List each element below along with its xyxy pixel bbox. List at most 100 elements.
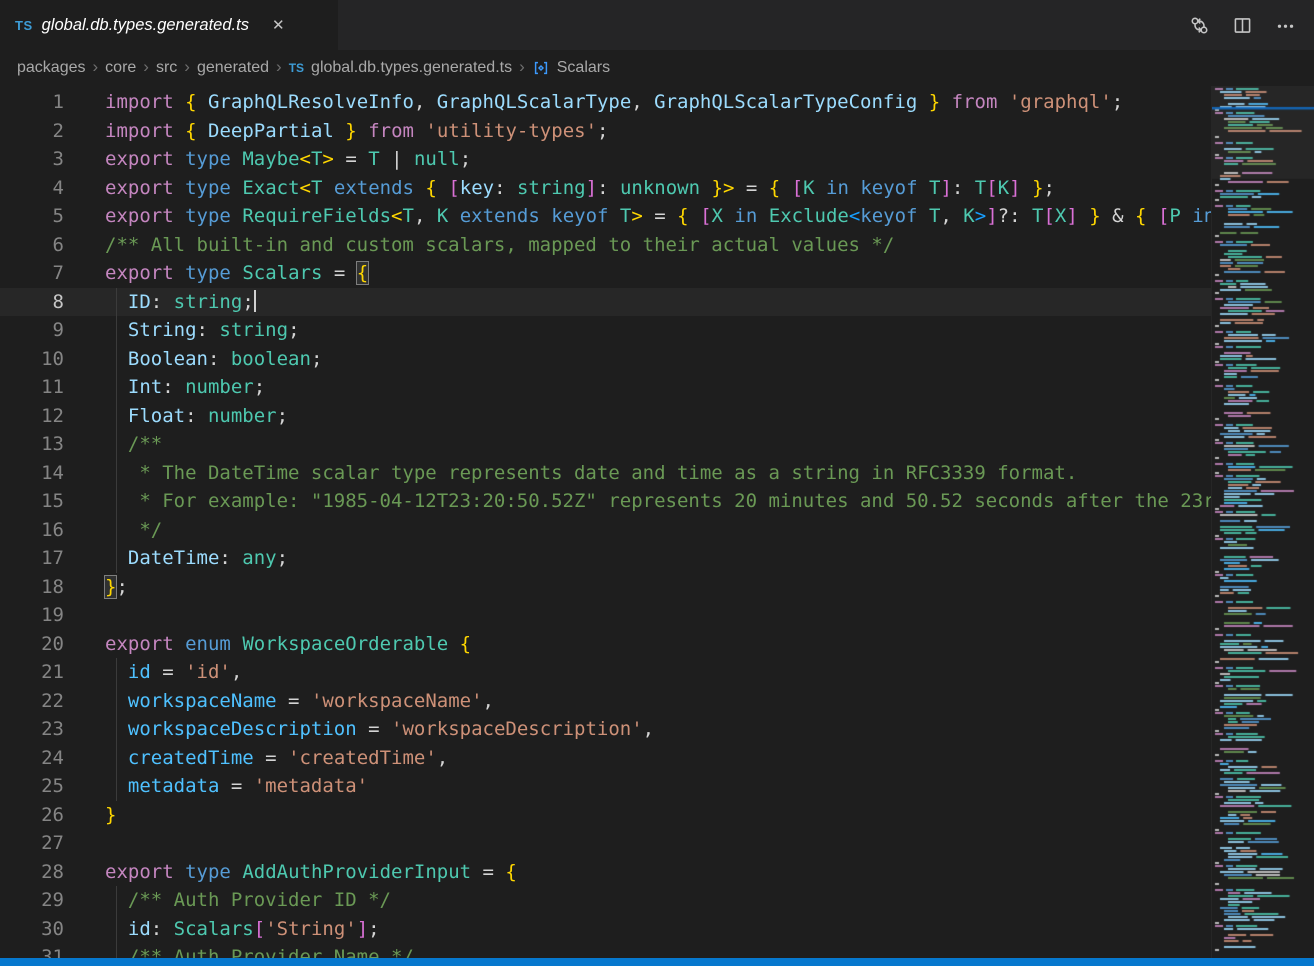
- code-text: * The DateTime scalar type represents da…: [64, 459, 1211, 488]
- code-line[interactable]: 24 createdTime = 'createdTime',: [0, 744, 1211, 773]
- line-number[interactable]: 19: [0, 601, 64, 630]
- line-number[interactable]: 31: [0, 943, 64, 958]
- code-line[interactable]: 8 ID: string;: [0, 288, 1211, 317]
- code-line[interactable]: 21 id = 'id',: [0, 658, 1211, 687]
- code-line[interactable]: 2import { DeepPartial } from 'utility-ty…: [0, 117, 1211, 146]
- code-text: export enum WorkspaceOrderable {: [64, 630, 1211, 659]
- code-line[interactable]: 9 String: string;: [0, 316, 1211, 345]
- code-area[interactable]: 1import { GraphQLResolveInfo, GraphQLSca…: [0, 86, 1211, 958]
- code-line[interactable]: 10 Boolean: boolean;: [0, 345, 1211, 374]
- breadcrumb-item-src[interactable]: src: [156, 59, 177, 77]
- line-number[interactable]: 5: [0, 202, 64, 231]
- chevron-right-icon: ›: [143, 57, 149, 77]
- line-number[interactable]: 11: [0, 373, 64, 402]
- line-number[interactable]: 13: [0, 430, 64, 459]
- code-line[interactable]: 5export type RequireFields<T, K extends …: [0, 202, 1211, 231]
- code-line[interactable]: 12 Float: number;: [0, 402, 1211, 431]
- editor-pane: 1import { GraphQLResolveInfo, GraphQLSca…: [0, 86, 1314, 958]
- code-text: String: string;: [64, 316, 1211, 345]
- line-number[interactable]: 7: [0, 259, 64, 288]
- code-line[interactable]: 3export type Maybe<T> = T | null;: [0, 145, 1211, 174]
- line-number[interactable]: 27: [0, 829, 64, 858]
- code-line[interactable]: 11 Int: number;: [0, 373, 1211, 402]
- line-number[interactable]: 18: [0, 573, 64, 602]
- more-actions-button[interactable]: [1273, 13, 1298, 38]
- ellipsis-icon: [1275, 15, 1296, 36]
- chevron-right-icon: ›: [519, 57, 525, 77]
- code-line[interactable]: 22 workspaceName = 'workspaceName',: [0, 687, 1211, 716]
- breadcrumb-item-packages[interactable]: packages: [17, 59, 86, 77]
- line-number[interactable]: 26: [0, 801, 64, 830]
- code-line[interactable]: 4export type Exact<T extends { [key: str…: [0, 174, 1211, 203]
- code-line[interactable]: 15 * For example: "1985-04-12T23:20:50.5…: [0, 487, 1211, 516]
- code-line[interactable]: 17 DateTime: any;: [0, 544, 1211, 573]
- tab-bar: TS global.db.types.generated.ts ✕: [0, 0, 1314, 50]
- code-line[interactable]: 1import { GraphQLResolveInfo, GraphQLSca…: [0, 88, 1211, 117]
- line-number[interactable]: 10: [0, 345, 64, 374]
- code-line[interactable]: 31 /** Auth Provider Name */: [0, 943, 1211, 958]
- line-number[interactable]: 2: [0, 117, 64, 146]
- line-number[interactable]: 14: [0, 459, 64, 488]
- minimap[interactable]: [1211, 86, 1314, 958]
- chevron-right-icon: ›: [276, 57, 282, 77]
- chevron-right-icon: ›: [93, 57, 99, 77]
- code-line[interactable]: 26}: [0, 801, 1211, 830]
- code-line[interactable]: 7export type Scalars = {: [0, 259, 1211, 288]
- tab-title: global.db.types.generated.ts: [42, 16, 249, 35]
- typescript-file-icon: TS: [289, 61, 304, 75]
- code-line[interactable]: 6/** All built-in and custom scalars, ma…: [0, 231, 1211, 260]
- line-number[interactable]: 1: [0, 88, 64, 117]
- code-text: Float: number;: [64, 402, 1211, 431]
- symbol-type-icon: [532, 59, 550, 77]
- code-text: /** Auth Provider ID */: [64, 886, 1211, 915]
- breadcrumb-item-file[interactable]: TS global.db.types.generated.ts: [289, 59, 512, 77]
- code-line[interactable]: 25 metadata = 'metadata': [0, 772, 1211, 801]
- line-number[interactable]: 9: [0, 316, 64, 345]
- code-line[interactable]: 14 * The DateTime scalar type represents…: [0, 459, 1211, 488]
- line-number[interactable]: 29: [0, 886, 64, 915]
- line-number[interactable]: 30: [0, 915, 64, 944]
- typescript-file-icon: TS: [15, 18, 33, 33]
- line-number[interactable]: 21: [0, 658, 64, 687]
- code-text: Int: number;: [64, 373, 1211, 402]
- code-text: /** Auth Provider Name */: [64, 943, 1211, 958]
- line-number[interactable]: 23: [0, 715, 64, 744]
- line-number[interactable]: 25: [0, 772, 64, 801]
- line-number[interactable]: 17: [0, 544, 64, 573]
- code-text: */: [64, 516, 1211, 545]
- code-text: export type AddAuthProviderInput = {: [64, 858, 1211, 887]
- code-text: import { GraphQLResolveInfo, GraphQLScal…: [64, 88, 1211, 117]
- code-text: import { DeepPartial } from 'utility-typ…: [64, 117, 1211, 146]
- code-line[interactable]: 20export enum WorkspaceOrderable {: [0, 630, 1211, 659]
- code-line[interactable]: 19: [0, 601, 1211, 630]
- line-number[interactable]: 3: [0, 145, 64, 174]
- close-icon[interactable]: ✕: [268, 14, 289, 36]
- line-number[interactable]: 22: [0, 687, 64, 716]
- chevron-right-icon: ›: [184, 57, 190, 77]
- split-editor-button[interactable]: [1230, 13, 1255, 38]
- line-number[interactable]: 4: [0, 174, 64, 203]
- line-number[interactable]: 15: [0, 487, 64, 516]
- breadcrumb-item-generated[interactable]: generated: [197, 59, 269, 77]
- line-number[interactable]: 16: [0, 516, 64, 545]
- tab-active-file[interactable]: TS global.db.types.generated.ts ✕: [0, 0, 338, 50]
- line-number[interactable]: 12: [0, 402, 64, 431]
- code-line[interactable]: 16 */: [0, 516, 1211, 545]
- editor-actions: [1187, 0, 1314, 50]
- code-line[interactable]: 30 id: Scalars['String'];: [0, 915, 1211, 944]
- open-changes-button[interactable]: [1187, 13, 1212, 38]
- breadcrumb-item-core[interactable]: core: [105, 59, 136, 77]
- line-number[interactable]: 24: [0, 744, 64, 773]
- line-number[interactable]: 6: [0, 231, 64, 260]
- code-line[interactable]: 13 /**: [0, 430, 1211, 459]
- code-line[interactable]: 29 /** Auth Provider ID */: [0, 886, 1211, 915]
- line-number[interactable]: 28: [0, 858, 64, 887]
- code-line[interactable]: 28export type AddAuthProviderInput = {: [0, 858, 1211, 887]
- code-line[interactable]: 18};: [0, 573, 1211, 602]
- line-number[interactable]: 20: [0, 630, 64, 659]
- code-text: ID: string;: [64, 288, 1211, 317]
- line-number[interactable]: 8: [0, 288, 64, 317]
- code-line[interactable]: 27: [0, 829, 1211, 858]
- code-line[interactable]: 23 workspaceDescription = 'workspaceDesc…: [0, 715, 1211, 744]
- breadcrumb-item-symbol[interactable]: Scalars: [532, 59, 610, 77]
